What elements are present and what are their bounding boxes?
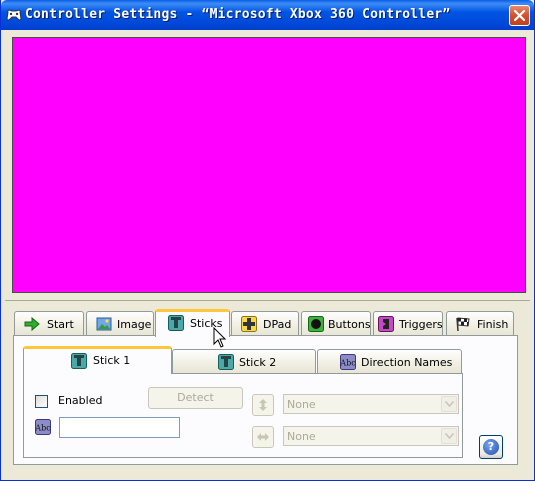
vertical-axis-select[interactable]: None — [283, 394, 459, 414]
tab-buttons[interactable]: Buttons — [301, 311, 371, 335]
subtab-stick-2-label: Stick 2 — [239, 356, 277, 369]
tab-start-label: Start — [47, 318, 74, 331]
enabled-label: Enabled — [58, 394, 103, 407]
subtab-stick-1[interactable]: Stick 1 — [23, 346, 172, 374]
tab-dpad-label: DPad — [263, 318, 292, 331]
enabled-checkbox[interactable] — [35, 395, 48, 408]
svg-text:Abc: Abc — [340, 359, 356, 368]
subtab-stick-1-label: Stick 1 — [93, 354, 131, 367]
arrow-right-icon — [24, 316, 40, 332]
vertical-axis-value: None — [287, 398, 316, 411]
checkered-flag-icon — [456, 317, 470, 332]
horizontal-axis-select[interactable]: None — [283, 426, 459, 446]
svg-text:Abc: Abc — [35, 424, 51, 433]
tab-buttons-label: Buttons — [328, 318, 371, 331]
tab-finish[interactable]: Finish — [446, 311, 514, 335]
vertical-axis-button[interactable] — [252, 394, 274, 416]
tab-start[interactable]: Start — [14, 311, 84, 335]
close-icon — [513, 9, 526, 22]
window-title: Controller Settings - “Microsoft Xbox 36… — [25, 7, 451, 22]
controller-preview-canvas[interactable] — [12, 37, 526, 293]
stick-name-input[interactable] — [59, 417, 180, 438]
help-button[interactable]: ? — [479, 435, 503, 459]
subtab-stick-2[interactable]: Stick 2 — [172, 349, 316, 373]
title-bar[interactable]: Controller Settings - “Microsoft Xbox 36… — [1, 0, 534, 30]
horizontal-axis-button[interactable] — [252, 426, 274, 448]
horizontal-axis-value: None — [287, 430, 316, 443]
chevron-down-icon[interactable] — [441, 428, 457, 444]
subtab-direction-names[interactable]: Abc Direction Names — [317, 349, 462, 373]
dpad-icon — [241, 316, 257, 332]
vertical-arrows-icon — [259, 399, 267, 411]
chevron-down-icon[interactable] — [441, 396, 457, 412]
tab-finish-label: Finish — [477, 318, 509, 331]
stick-icon — [168, 315, 184, 331]
stick-icon — [71, 353, 87, 369]
tab-image-label: Image — [117, 318, 152, 331]
detect-button[interactable]: Detect — [148, 387, 243, 409]
tab-dpad[interactable]: DPad — [231, 311, 299, 335]
stick-icon — [218, 354, 234, 370]
button-icon — [308, 316, 324, 332]
trigger-icon — [378, 316, 394, 332]
help-icon: ? — [483, 439, 499, 455]
subtab-direction-names-label: Direction Names — [361, 356, 453, 369]
preview-frame — [5, 30, 530, 299]
tab-triggers[interactable]: Triggers — [373, 311, 443, 335]
abc-icon: Abc — [35, 419, 51, 435]
horizontal-arrows-icon — [257, 433, 269, 441]
mouse-cursor-icon — [213, 327, 227, 348]
gamepad-icon — [6, 9, 22, 21]
tab-image[interactable]: Image — [86, 311, 154, 335]
tab-triggers-label: Triggers — [399, 318, 443, 331]
picture-icon — [96, 317, 112, 331]
close-button[interactable] — [509, 5, 530, 26]
abc-icon: Abc — [340, 354, 356, 370]
